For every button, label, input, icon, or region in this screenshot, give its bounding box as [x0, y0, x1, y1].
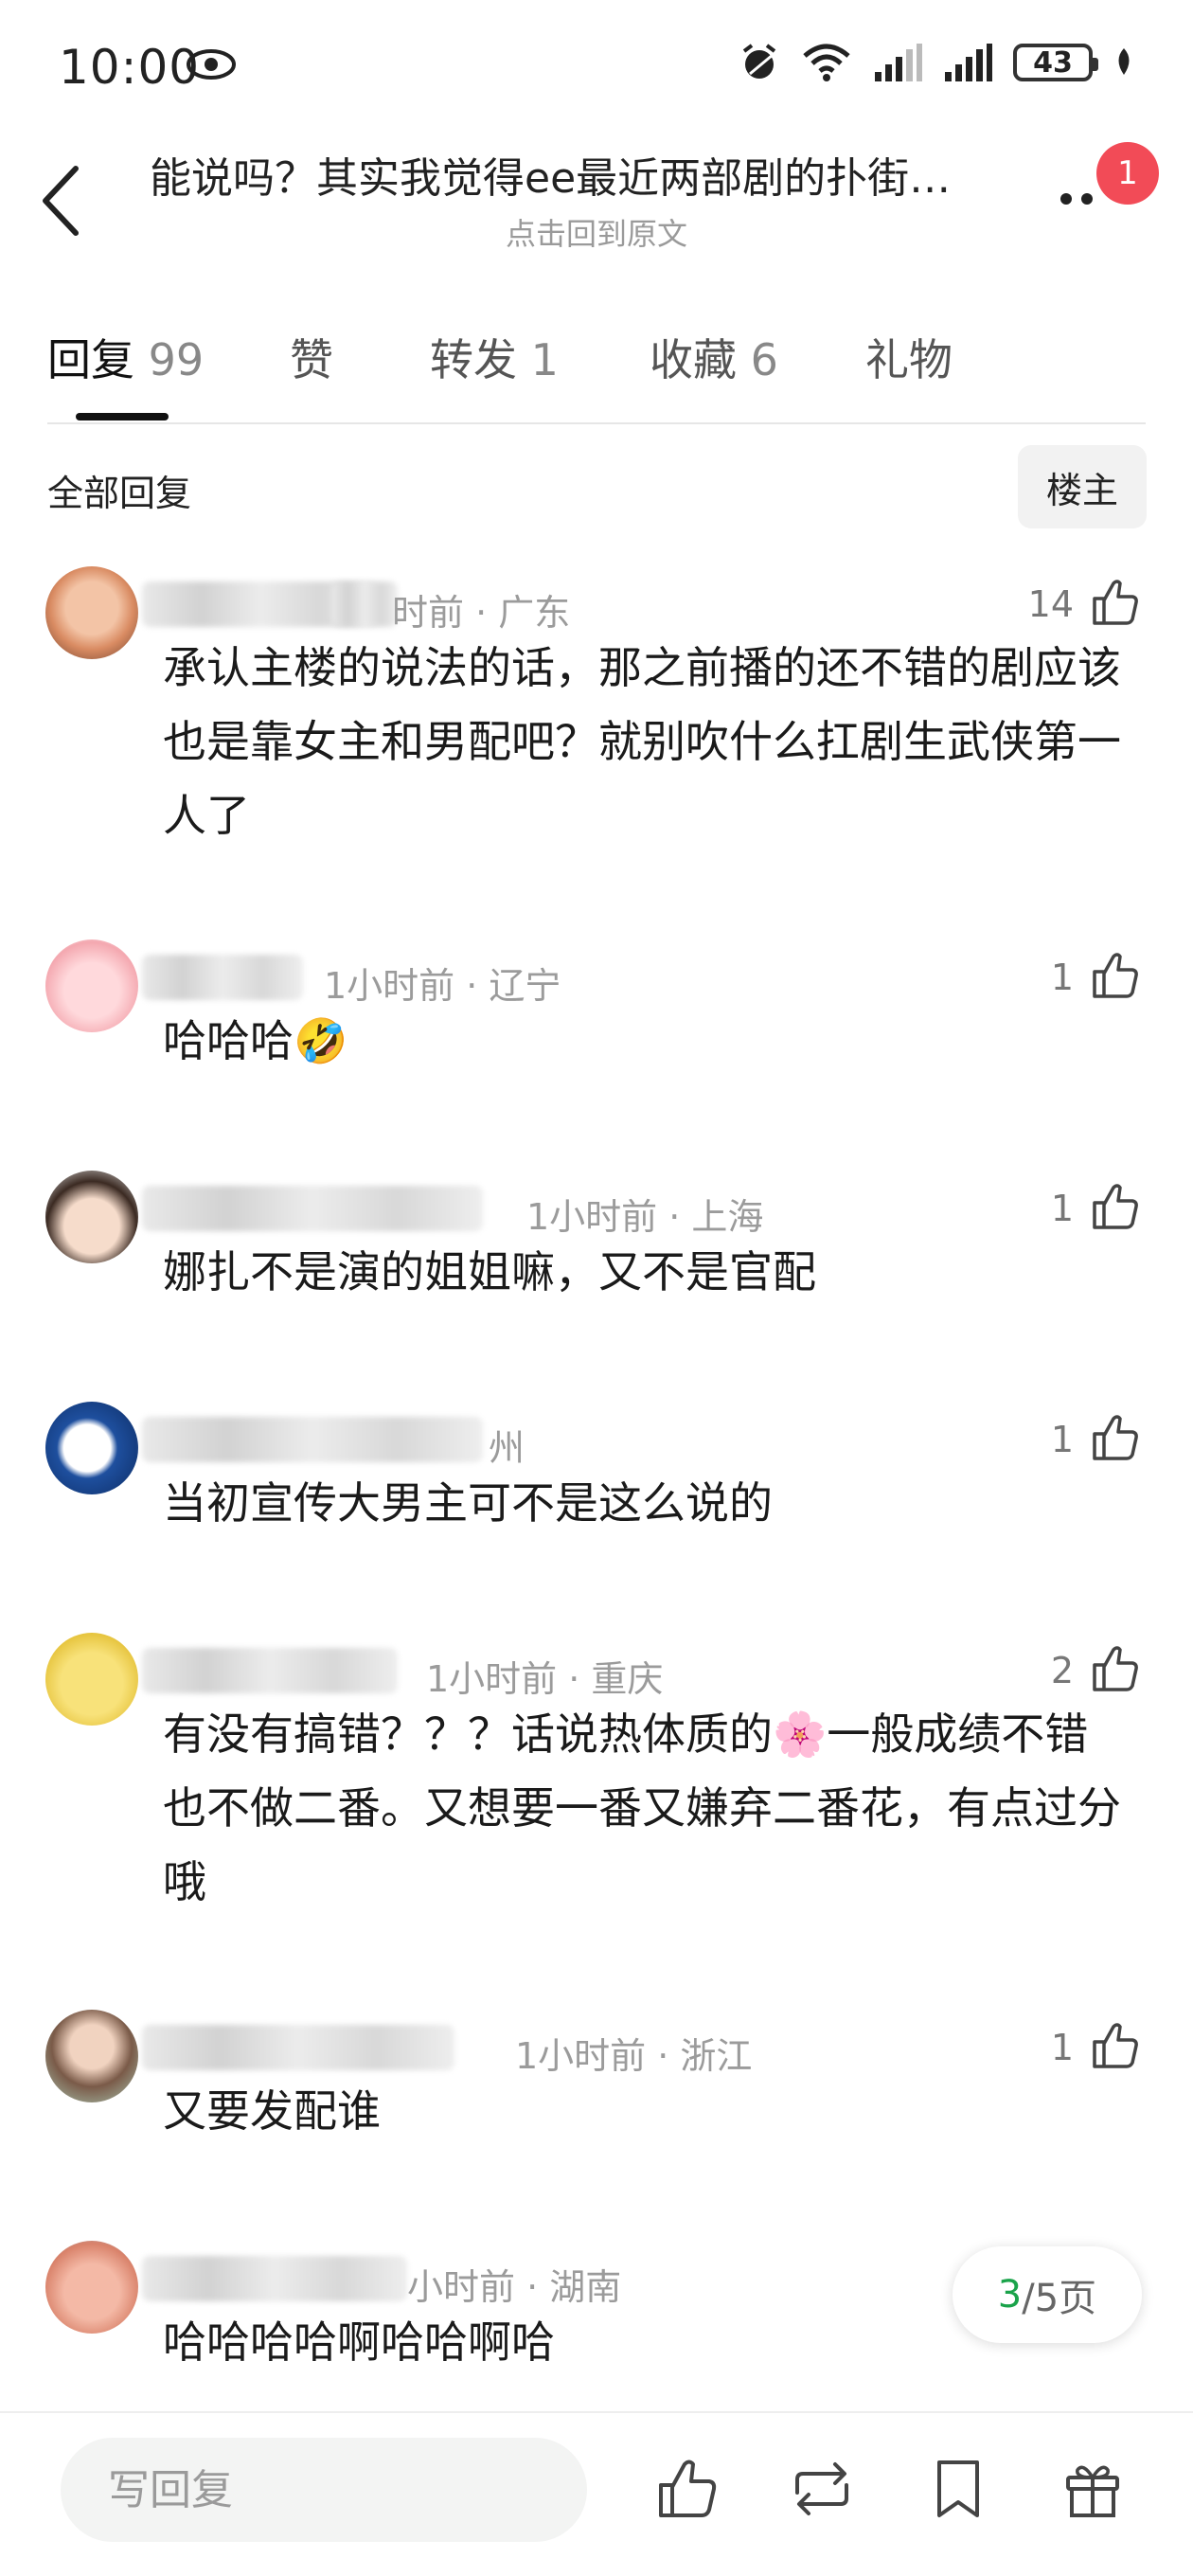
thumbs-up-icon[interactable] [1089, 1642, 1142, 1695]
username-blurred[interactable] [142, 2025, 454, 2070]
status-icons: 43 [739, 42, 1134, 83]
username-blurred[interactable] [142, 1186, 483, 1231]
tab-label: 转发 [430, 334, 517, 385]
tab-label: 礼物 [865, 334, 953, 385]
tab-count: 99 [148, 334, 205, 385]
username-blurred[interactable] [142, 955, 303, 1000]
thumbs-up-icon[interactable] [1089, 1411, 1142, 1464]
avatar[interactable] [45, 2010, 138, 2102]
divider [0, 2411, 1193, 2413]
alarm-icon [742, 44, 776, 79]
op-only-button[interactable]: 楼主 [1018, 445, 1147, 528]
comment-meta: 1小时前 · 辽宁 [324, 965, 561, 1007]
username-blurred[interactable] [142, 1417, 483, 1462]
like-count: 14 [1027, 583, 1074, 625]
thumbs-up-icon[interactable] [1089, 2019, 1142, 2072]
status-time: 10:00 [59, 40, 201, 95]
username-blurred[interactable] [142, 2256, 407, 2301]
signal-icon-2 [945, 44, 992, 81]
tab-reposts[interactable]: 转发 1 [430, 326, 559, 388]
post-title[interactable]: 能说吗？其实我觉得ee最近两部剧的扑街… [150, 144, 1030, 205]
notification-badge[interactable]: 1 [1096, 142, 1159, 205]
tab-label: 赞 [290, 334, 333, 385]
tab-count: 1 [530, 334, 559, 385]
like-count: 1 [1050, 957, 1074, 998]
thumbs-up-icon[interactable] [653, 2455, 721, 2523]
current-page: 3 [997, 2273, 1023, 2317]
tab-count: 6 [750, 334, 778, 385]
comment-meta: 1小时前 · 重庆 [426, 1658, 664, 1700]
reply-input[interactable] [61, 2438, 587, 2542]
tab-label: 收藏 [650, 334, 737, 385]
tab-gifts[interactable]: 礼物 [865, 326, 953, 388]
divider [47, 422, 1146, 424]
comment-text: 当初宣传大男主可不是这么说的 [163, 1477, 773, 1529]
comment-meta: 小时前 · 湖南 [407, 2266, 622, 2308]
tab-favorites[interactable]: 收藏 6 [650, 326, 778, 388]
back-to-original-link[interactable]: 点击回到原文 [0, 210, 1193, 254]
comment-text: 有没有搞错？？？话说热体质的🌸一般成绩不错也不做二番。又想要一番又嫌弃二番花，有… [163, 1708, 1121, 1907]
signal-icon [875, 44, 922, 81]
username-blurred[interactable] [142, 1648, 398, 1693]
repost-icon[interactable] [788, 2455, 856, 2523]
like-count: 2 [1050, 1650, 1074, 1691]
tab-replies[interactable]: 回复 99 [47, 326, 204, 388]
avatar[interactable] [45, 566, 138, 659]
tab-active-indicator [76, 413, 169, 420]
comment-meta: 州 [489, 1427, 525, 1469]
thumbs-up-icon[interactable] [1089, 576, 1142, 629]
wifi-icon [803, 44, 850, 81]
comment-meta: 1小时前 · 浙江 [515, 2035, 753, 2077]
avatar[interactable] [45, 1171, 138, 1263]
comment-text: 哈哈哈🤣 [163, 1015, 348, 1066]
bookmark-icon[interactable] [924, 2455, 992, 2523]
thumbs-up-icon[interactable] [1089, 1180, 1142, 1233]
total-pages: /5页 [1022, 2277, 1097, 2320]
like-count: 1 [1050, 2027, 1074, 2068]
avatar[interactable] [45, 2241, 138, 2334]
all-replies-label: 全部回复 [47, 473, 192, 514]
comment-meta: 1小时前 · 上海 [526, 1196, 764, 1238]
battery-indicator: 43 [1013, 44, 1098, 81]
like-count: 1 [1050, 1419, 1074, 1460]
tab-label: 回复 [47, 334, 134, 385]
comment-text: 承认主楼的说法的话，那之前播的还不错的剧应该也是靠女主和男配吧？就别吹什么扛剧生… [163, 642, 1121, 841]
like-count: 1 [1050, 1188, 1074, 1229]
avatar[interactable] [45, 1402, 138, 1494]
comment-text: 娜扎不是演的姐姐嘛，又不是官配 [163, 1246, 816, 1297]
comment-meta: 时前 · 广东 [392, 592, 571, 634]
username-blurred [331, 581, 398, 627]
leaf-icon [1118, 48, 1130, 75]
tab-likes[interactable]: 赞 [290, 326, 333, 388]
gift-icon[interactable] [1059, 2455, 1127, 2523]
avatar[interactable] [45, 939, 138, 1032]
eye-icon [186, 47, 237, 81]
avatar[interactable] [45, 1633, 138, 1726]
more-options-button[interactable] [1055, 170, 1102, 208]
thumbs-up-icon[interactable] [1089, 949, 1142, 1002]
page-indicator[interactable]: 3/5页 [953, 2246, 1142, 2343]
comment-text: 又要发配谁 [163, 2085, 381, 2137]
